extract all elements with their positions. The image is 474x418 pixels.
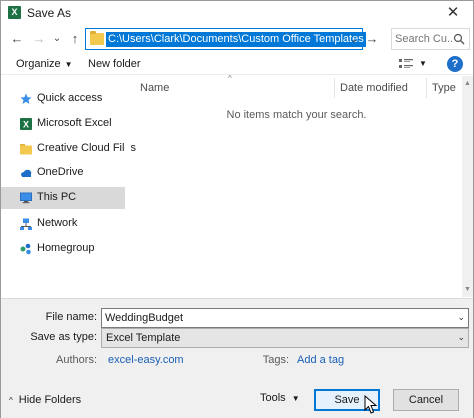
sidebar-item-onedrive[interactable]: OneDrive <box>1 162 125 184</box>
forward-button[interactable]: → <box>31 31 47 47</box>
dialog-title: Save As <box>27 6 72 20</box>
file-name-input[interactable] <box>105 311 435 325</box>
close-button[interactable]: ✕ <box>435 2 471 24</box>
chevron-down-icon[interactable]: ⌄ <box>348 32 360 46</box>
sort-indicator: ^ <box>228 74 232 83</box>
view-options-caret[interactable]: ▼ <box>419 59 427 68</box>
cancel-button[interactable]: Cancel <box>393 389 459 411</box>
address-path[interactable]: C:\Users\Clark\Documents\Custom Office T… <box>106 32 366 47</box>
go-button[interactable]: → <box>364 31 380 47</box>
command-bar: Organize ▼ New folder ▼ ? <box>1 53 473 75</box>
column-divider[interactable] <box>426 78 427 98</box>
cloud-icon <box>21 169 32 178</box>
folder-icon <box>90 31 104 45</box>
navigation-pane: Quick access X Microsoft Excel Creative … <box>1 76 136 297</box>
file-name-field[interactable]: ⌄ <box>101 308 469 328</box>
chevron-up-icon: ^ <box>9 396 13 405</box>
computer-icon <box>20 192 32 204</box>
column-divider[interactable] <box>334 78 335 98</box>
navigation-bar: ← → ⌄ ↑ C:\Users\Clark\Documents\Custom … <box>1 27 473 53</box>
sidebar-item-network[interactable]: Network <box>1 213 125 235</box>
chevron-down-icon: ⌄ <box>457 332 465 342</box>
sidebar-item-microsoft-excel[interactable]: X Microsoft Excel <box>1 113 125 135</box>
caret-down-icon: ▼ <box>64 60 73 69</box>
back-button[interactable]: ← <box>9 31 25 47</box>
search-icon[interactable] <box>453 33 465 45</box>
mouse-cursor-icon <box>364 395 378 414</box>
sidebar-item-quick-access[interactable]: Quick access <box>1 88 125 110</box>
column-header-name[interactable]: Name <box>140 82 169 94</box>
search-box[interactable] <box>391 28 470 50</box>
network-icon <box>20 218 32 230</box>
save-as-type-value: Excel Template <box>106 332 181 344</box>
star-icon <box>20 93 32 104</box>
tools-button[interactable]: Tools ▼ <box>260 392 300 404</box>
organize-button[interactable]: Organize ▼ <box>16 58 73 70</box>
save-options-panel: File name: ⌄ Save as type: Excel Templat… <box>1 298 473 418</box>
column-header-type[interactable]: Type <box>432 82 456 94</box>
excel-app-icon: X <box>8 6 21 19</box>
help-icon[interactable]: ? <box>447 56 463 72</box>
save-as-type-label: Save as type: <box>30 331 97 343</box>
authors-label: Authors: <box>56 354 97 366</box>
authors-value[interactable]: excel-easy.com <box>108 354 184 366</box>
tags-value[interactable]: Add a tag <box>297 354 344 366</box>
file-list[interactable]: ^ Name Date modified Type No items match… <box>131 74 462 297</box>
hide-folders-button[interactable]: ^ Hide Folders <box>9 394 81 406</box>
scroll-up-icon[interactable]: ▲ <box>462 78 473 89</box>
caret-down-icon: ▼ <box>291 394 300 403</box>
title-bar: X Save As ✕ <box>1 1 473 25</box>
folder-icon <box>20 144 32 155</box>
column-header-date-modified[interactable]: Date modified <box>340 82 408 94</box>
file-name-label: File name: <box>45 311 97 323</box>
new-folder-button[interactable]: New folder <box>88 58 141 70</box>
up-button[interactable]: ↑ <box>67 31 83 47</box>
view-options-icon[interactable] <box>399 58 413 70</box>
save-as-type-select[interactable]: Excel Template ⌄ <box>101 328 469 348</box>
chevron-down-icon[interactable]: ⌄ <box>457 312 465 323</box>
address-bar[interactable]: C:\Users\Clark\Documents\Custom Office T… <box>85 28 366 50</box>
empty-message: No items match your search. <box>226 109 367 121</box>
recent-locations-button[interactable]: ⌄ <box>49 31 65 47</box>
excel-icon: X <box>20 118 32 130</box>
scroll-down-icon[interactable]: ▼ <box>462 284 473 295</box>
sidebar-item-homegroup[interactable]: Homegroup <box>1 238 125 260</box>
vertical-scrollbar[interactable]: ▲ ▼ <box>462 76 473 297</box>
sidebar-item-creative-cloud-files[interactable]: Creative Cloud Files <box>1 138 136 160</box>
homegroup-icon <box>20 243 31 255</box>
svg-text:X: X <box>23 120 29 130</box>
sidebar-item-this-pc[interactable]: This PC <box>1 187 125 209</box>
save-as-dialog: X Save As ✕ ← → ⌄ ↑ C:\Users\Clark\Docum… <box>0 0 474 418</box>
tags-label: Tags: <box>262 354 289 366</box>
search-input[interactable] <box>395 31 453 47</box>
